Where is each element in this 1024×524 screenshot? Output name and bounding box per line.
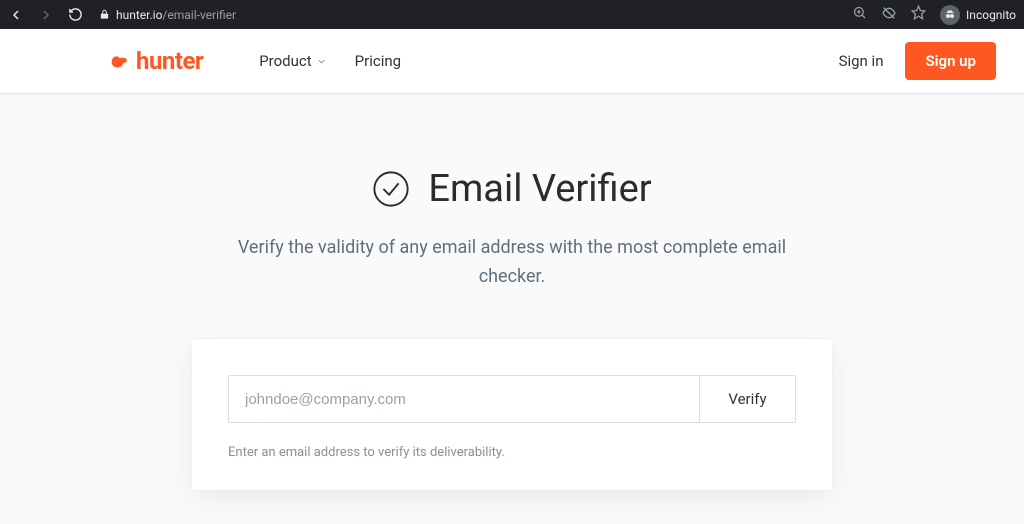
page-title: Email Verifier	[428, 167, 651, 211]
incognito-indicator[interactable]: Incognito	[940, 5, 1016, 25]
verify-button[interactable]: Verify	[699, 376, 795, 422]
zoom-icon[interactable]	[852, 5, 867, 24]
hero-section: Email Verifier Verify the validity of an…	[0, 95, 1024, 292]
page-title-row: Email Verifier	[372, 167, 651, 211]
lock-icon	[99, 9, 110, 20]
nav-product[interactable]: Product	[259, 52, 326, 70]
page-subtitle: Verify the validity of any email address…	[232, 234, 792, 292]
url-domain: hunter.io	[116, 8, 162, 22]
eye-off-icon[interactable]	[881, 5, 897, 25]
star-icon[interactable]	[911, 5, 926, 24]
incognito-label: Incognito	[966, 8, 1016, 22]
nav-product-label: Product	[259, 52, 311, 70]
verifier-card: Verify Enter an email address to verify …	[192, 339, 832, 490]
nav-right: Sign in Sign up	[839, 42, 996, 80]
nav-pricing-label: Pricing	[355, 52, 401, 70]
email-input-row: Verify	[228, 375, 796, 423]
brand-logo-icon	[108, 50, 130, 72]
chevron-down-icon	[316, 56, 327, 67]
nav-pricing[interactable]: Pricing	[355, 52, 401, 70]
email-field[interactable]	[229, 376, 699, 422]
browser-right-icons: Incognito	[852, 5, 1016, 25]
helper-text: Enter an email address to verify its del…	[228, 445, 796, 460]
checkmark-circle-icon	[372, 170, 410, 208]
url-text: hunter.io/email-verifier	[116, 8, 236, 22]
brand-name: hunter	[136, 47, 203, 75]
url-path: /email-verifier	[162, 8, 236, 22]
address-bar[interactable]: hunter.io/email-verifier	[95, 8, 840, 22]
browser-nav-buttons	[8, 7, 83, 23]
reload-icon[interactable]	[68, 7, 83, 22]
signin-link[interactable]: Sign in	[839, 52, 884, 70]
nav-links: Product Pricing	[259, 52, 401, 70]
brand-logo[interactable]: hunter	[108, 47, 203, 75]
signup-button[interactable]: Sign up	[905, 42, 996, 80]
incognito-icon	[940, 5, 960, 25]
back-icon[interactable]	[8, 7, 24, 23]
forward-icon[interactable]	[38, 7, 54, 23]
browser-chrome: hunter.io/email-verifier Incognito	[0, 0, 1024, 29]
site-topnav: hunter Product Pricing Sign in Sign up	[0, 29, 1024, 94]
page-body: Email Verifier Verify the validity of an…	[0, 94, 1024, 524]
